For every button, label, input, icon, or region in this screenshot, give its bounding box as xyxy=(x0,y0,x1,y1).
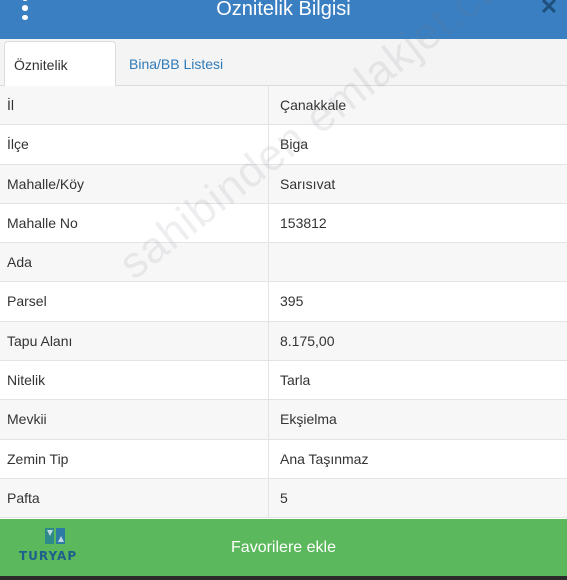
page-title: Öznitelik Bilgisi xyxy=(216,0,351,20)
attribute-label: Mahalle/Köy xyxy=(7,175,85,192)
attribute-value: 153812 xyxy=(280,214,327,231)
attribute-label: Mahalle No xyxy=(7,214,78,231)
tab-bar: Öznitelik Bilgisi Bina/BB Listesi xyxy=(0,39,567,119)
attribute-value: Tarla xyxy=(280,372,311,389)
tab-oznitelik-bilgisi[interactable]: Öznitelik Bilgisi xyxy=(4,41,116,119)
column-divider xyxy=(268,86,269,125)
column-divider xyxy=(268,439,269,478)
attribute-value: 8.175,00 xyxy=(280,332,335,349)
turyap-logo: TURYAP xyxy=(14,523,96,567)
header-bar: Öznitelik Bilgisi ✕ xyxy=(0,0,567,39)
attribute-label: Parsel xyxy=(7,293,47,310)
table-row: İl Çanakkale xyxy=(0,86,567,126)
attribute-value: 5 xyxy=(280,489,288,506)
table-row: Parsel 395 xyxy=(0,282,567,322)
column-divider xyxy=(268,478,269,518)
table-row: Mevkii Ekşielma xyxy=(0,400,567,440)
attribute-value: Ekşielma xyxy=(280,411,337,428)
column-divider xyxy=(268,125,269,164)
column-divider xyxy=(268,203,269,243)
table-row: Tapu Alanı 8.175,00 xyxy=(0,321,567,362)
attribute-label: İlçe xyxy=(7,136,29,153)
column-divider xyxy=(268,282,269,321)
attribute-label: Mevkii xyxy=(7,411,47,428)
footer-edge xyxy=(0,576,567,580)
table-row: Mahalle No 153812 xyxy=(0,203,567,244)
attribute-value: 395 xyxy=(280,293,304,310)
column-divider xyxy=(268,321,269,361)
attribute-label: Zemin Tip xyxy=(7,450,69,467)
tab-bina-bb-listesi[interactable]: Bina/BB Listesi xyxy=(120,41,232,87)
table-row: Mahalle/Köy Sarısıvat xyxy=(0,164,567,204)
column-divider xyxy=(268,400,269,439)
attribute-label: Nitelik xyxy=(7,372,46,389)
column-divider xyxy=(268,164,269,203)
turyap-logo-text: TURYAP xyxy=(19,549,78,563)
column-divider xyxy=(268,243,269,282)
attribute-value: Çanakkale xyxy=(280,97,347,113)
attribute-label: Pafta xyxy=(7,489,40,506)
table-row: Zemin Tip Ana Taşınmaz xyxy=(0,439,567,479)
attribute-label: Tapu Alanı xyxy=(7,332,73,349)
column-divider xyxy=(268,361,269,400)
table-row: Nitelik Tarla xyxy=(0,361,567,401)
turyap-logo-icon xyxy=(45,528,65,544)
close-icon[interactable]: ✕ xyxy=(539,0,559,18)
table-row: İlçe Biga xyxy=(0,125,567,165)
attribute-value: Biga xyxy=(280,136,309,153)
table-row: Ada xyxy=(0,243,567,283)
table-row: Pafta 5 xyxy=(0,478,567,519)
attribute-label: Ada xyxy=(7,254,32,271)
attribute-table: İl Çanakkale İlçe Biga Mahalle/Köy Sarıs… xyxy=(0,86,567,519)
attribute-label: İl xyxy=(7,97,14,113)
attribute-value: Sarısıvat xyxy=(280,175,336,192)
attribute-value: Ana Taşınmaz xyxy=(280,450,369,467)
